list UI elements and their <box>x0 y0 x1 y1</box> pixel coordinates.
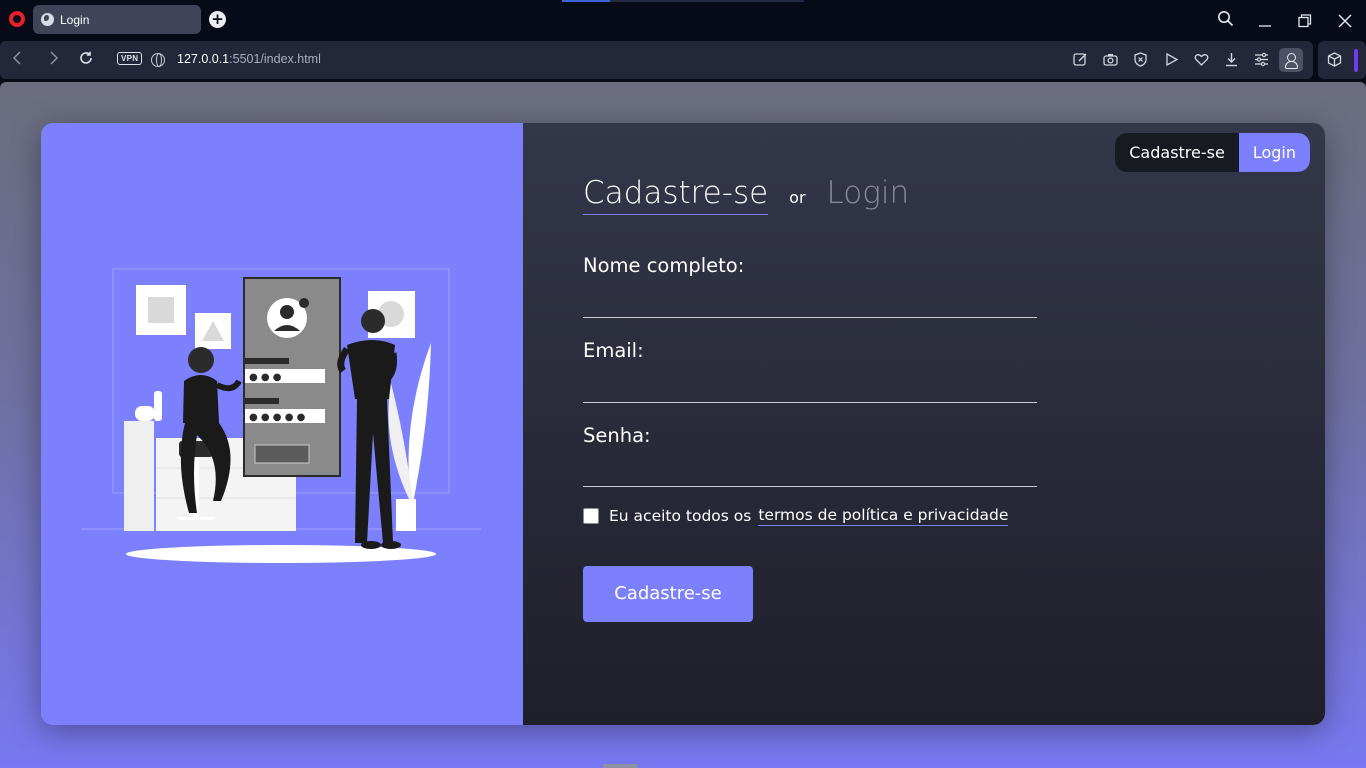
terms-text: Eu aceito todos os <box>609 507 752 525</box>
play-icon[interactable] <box>1164 52 1179 67</box>
tab-title: Login <box>60 12 90 27</box>
form-panel: Cadastre-se Login Cadastre-se or Login N… <box>523 123 1325 725</box>
fullname-underline <box>583 317 1037 318</box>
download-icon[interactable] <box>1224 52 1239 67</box>
profile-icon[interactable] <box>1279 48 1303 72</box>
terms-link[interactable]: termos de política e privacidade <box>758 506 1009 526</box>
browser-titlebar: Login + <box>0 0 1366 40</box>
forward-icon[interactable] <box>48 51 60 65</box>
heart-icon[interactable] <box>1194 52 1209 67</box>
camera-icon[interactable] <box>1103 52 1118 67</box>
close-window-icon[interactable] <box>1338 14 1352 28</box>
minimize-icon[interactable] <box>1258 14 1272 28</box>
terms-row: Eu aceito todos os termos de política e … <box>583 506 1009 526</box>
tab-loading-indicator <box>562 0 804 2</box>
terms-checkbox[interactable] <box>583 508 599 524</box>
signup-submit-button[interactable]: Cadastre-se <box>583 566 753 622</box>
globe-icon <box>41 13 54 26</box>
password-underline <box>583 486 1037 487</box>
page-viewport: ● ● ● ● ● ● ● ● Cadastre-se Login Cadast… <box>0 82 1366 768</box>
switcher-login-button[interactable]: Login <box>1238 133 1310 172</box>
search-tabs-icon[interactable] <box>1217 10 1234 27</box>
reload-icon[interactable] <box>79 51 93 65</box>
illustration-panel: ● ● ● ● ● ● ● ● <box>41 123 523 725</box>
login-illustration: ● ● ● ● ● ● ● ● <box>81 268 481 563</box>
address-bar: VPN 127.0.0.1:5501/index.html <box>0 41 1313 79</box>
browser-toolbar: VPN 127.0.0.1:5501/index.html <box>0 40 1366 81</box>
sidebar-accent-bar <box>1354 49 1358 72</box>
heading-or-text: or <box>789 188 806 207</box>
email-underline <box>583 402 1037 403</box>
vpn-badge[interactable]: VPN <box>117 52 143 65</box>
extensions-cube-icon[interactable] <box>1327 52 1342 67</box>
email-input[interactable] <box>583 375 1037 401</box>
shield-icon[interactable] <box>1133 52 1148 67</box>
heading-signup-tab[interactable]: Cadastre-se <box>583 175 769 215</box>
edit-icon[interactable] <box>1073 52 1088 67</box>
sidebar-toggle-area <box>1318 41 1366 79</box>
fullname-field-group: Nome completo: <box>583 254 1037 318</box>
email-label: Email: <box>583 339 644 362</box>
email-field-group: Email: <box>583 339 1037 403</box>
scroll-indicator <box>603 764 638 768</box>
auth-switcher: Cadastre-se Login <box>1115 133 1310 172</box>
svg-text:● ● ●: ● ● ● <box>249 372 282 383</box>
restore-icon[interactable] <box>1298 14 1312 28</box>
fullname-input[interactable] <box>583 290 1037 316</box>
browser-tab-login[interactable]: Login <box>33 5 201 34</box>
password-label: Senha: <box>583 424 651 447</box>
back-icon[interactable] <box>12 51 24 65</box>
form-heading: Cadastre-se or Login <box>583 175 909 215</box>
easy-setup-icon[interactable] <box>1254 52 1269 67</box>
new-tab-button[interactable]: + <box>209 11 226 28</box>
heading-login-tab[interactable]: Login <box>827 175 910 211</box>
signup-card: ● ● ● ● ● ● ● ● Cadastre-se Login Cadast… <box>41 123 1325 725</box>
switcher-signup-button[interactable]: Cadastre-se <box>1115 133 1239 172</box>
password-field-group: Senha: <box>583 424 1037 487</box>
password-input[interactable] <box>583 460 1037 486</box>
url-field[interactable]: 127.0.0.1:5501/index.html <box>177 52 321 66</box>
svg-text:● ● ● ● ●: ● ● ● ● ● <box>249 412 306 423</box>
opera-logo-icon[interactable] <box>9 11 25 27</box>
site-info-icon[interactable] <box>151 53 165 67</box>
fullname-label: Nome completo: <box>583 254 745 277</box>
